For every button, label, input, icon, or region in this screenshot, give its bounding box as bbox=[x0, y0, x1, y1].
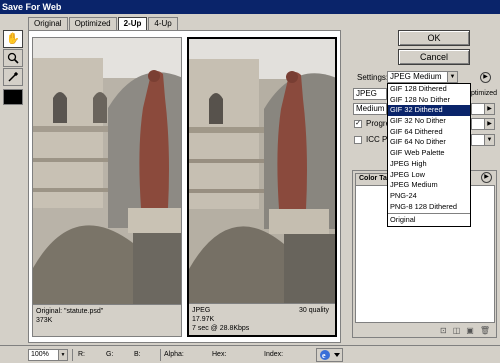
zoom-value: 100% bbox=[31, 351, 49, 358]
quality-level-select[interactable]: Medium bbox=[353, 103, 387, 115]
eyedropper-tool[interactable] bbox=[3, 68, 23, 86]
menu-item-original[interactable]: Original bbox=[388, 215, 470, 226]
trash-icon[interactable]: 🗑 bbox=[480, 326, 490, 335]
tab-original[interactable]: Original bbox=[28, 17, 68, 30]
browser-icon: e bbox=[320, 350, 340, 360]
settings-select[interactable]: JPEG Medium ▼ bbox=[387, 71, 458, 83]
settings-dropdown-menu: GIF 128 Dithered GIF 128 No Dither GIF 3… bbox=[387, 83, 471, 227]
chevron-down-icon: ▼ bbox=[58, 350, 67, 360]
menu-item-gif-32-dithered[interactable]: GIF 32 Dithered bbox=[388, 105, 470, 117]
svg-text:e: e bbox=[322, 351, 326, 360]
ok-button[interactable]: OK bbox=[398, 30, 470, 46]
chevron-down-icon: ▼ bbox=[484, 135, 494, 145]
chevron-right-icon: ▶ bbox=[484, 119, 494, 129]
arrow-right-icon: ▶ bbox=[483, 74, 488, 80]
menu-item-jpeg-low[interactable]: JPEG Low bbox=[388, 170, 470, 181]
status-divider bbox=[72, 349, 73, 361]
lock-color-icon[interactable]: ◫ bbox=[453, 326, 461, 335]
preview-in-browser-button[interactable]: e bbox=[316, 348, 343, 362]
arrow-right-icon: ▶ bbox=[484, 174, 489, 180]
statue-image-optimized bbox=[189, 39, 335, 307]
icc-profile-checkbox[interactable] bbox=[354, 136, 362, 144]
tab-optimized[interactable]: Optimized bbox=[68, 17, 117, 30]
menu-item-gif-128-no-dither[interactable]: GIF 128 No Dither bbox=[388, 95, 470, 106]
statue-image bbox=[33, 38, 181, 306]
hand-icon: ✋ bbox=[6, 32, 20, 45]
progressive-checkbox[interactable]: ✓ bbox=[354, 120, 362, 128]
toolbox: ✋ bbox=[3, 30, 25, 105]
optimized-size: 17.97K bbox=[192, 316, 215, 323]
color-swatch[interactable] bbox=[3, 89, 23, 105]
zoom-tool[interactable] bbox=[3, 49, 23, 67]
original-info: Original: "statute.psd" 373K bbox=[33, 304, 181, 336]
optimized-info: JPEG 17.97K 7 sec @ 28.8Kbps 30 quality bbox=[189, 303, 335, 335]
menu-item-jpeg-high[interactable]: JPEG High bbox=[388, 159, 470, 170]
menu-item-jpeg-medium[interactable]: JPEG Medium bbox=[388, 180, 470, 191]
menu-item-gif-64-no-dither[interactable]: GIF 64 No Dither bbox=[388, 137, 470, 148]
settings-selected-value: JPEG Medium bbox=[390, 72, 442, 81]
tab-2-up[interactable]: 2-Up bbox=[117, 17, 148, 30]
original-filename: Original: "statute.psd" bbox=[36, 308, 104, 315]
new-color-icon[interactable]: ▣ bbox=[466, 326, 474, 335]
optimized-download-time: 7 sec @ 28.8Kbps bbox=[192, 325, 250, 332]
tab-4-up[interactable]: 4-Up bbox=[148, 17, 178, 30]
matte-select[interactable]: ▼ bbox=[471, 134, 495, 146]
chevron-right-icon: ▶ bbox=[484, 104, 494, 114]
settings-label: Settings: bbox=[357, 73, 389, 82]
format-select[interactable]: JPEG bbox=[353, 88, 387, 100]
zoom-select[interactable]: 100% ▼ bbox=[28, 349, 68, 361]
status-b: B: bbox=[134, 351, 141, 358]
menu-item-gif-128-dithered[interactable]: GIF 128 Dithered bbox=[388, 84, 470, 95]
status-hex: Hex: bbox=[212, 351, 227, 358]
menu-item-gif-32-no-dither[interactable]: GIF 32 No Dither bbox=[388, 116, 470, 127]
status-alpha: Alpha: bbox=[164, 351, 184, 358]
menu-item-gif-web-palette[interactable]: GIF Web Palette bbox=[388, 148, 470, 159]
color-table-menu-button[interactable]: ▶ bbox=[481, 172, 492, 183]
view-tabs: Original Optimized 2-Up 4-Up bbox=[28, 17, 179, 30]
status-index: Index: bbox=[264, 351, 284, 358]
status-r: R: bbox=[78, 351, 85, 358]
chevron-down-icon: ▼ bbox=[447, 72, 457, 82]
menu-item-gif-64-dithered[interactable]: GIF 64 Dithered bbox=[388, 127, 470, 138]
optimized-quality: 30 quality bbox=[299, 307, 329, 314]
eyedropper-icon bbox=[8, 71, 19, 82]
color-table-icons: ⊡ ◫ ▣ 🗑 bbox=[440, 326, 490, 335]
original-pane[interactable]: Original: "statute.psd" 373K bbox=[32, 37, 182, 337]
preview-area: Original: "statute.psd" 373K JPEG 17.97K… bbox=[28, 30, 341, 343]
status-g: G: bbox=[106, 351, 114, 358]
cancel-button[interactable]: Cancel bbox=[398, 49, 470, 65]
settings-menu-button[interactable]: ▶ bbox=[480, 72, 491, 83]
optimized-pane[interactable]: JPEG 17.97K 7 sec @ 28.8Kbps 30 quality bbox=[187, 37, 337, 337]
blur-input[interactable]: ▶ bbox=[471, 118, 495, 130]
hand-tool[interactable]: ✋ bbox=[3, 30, 23, 48]
web-shift-icon[interactable]: ⊡ bbox=[440, 326, 447, 335]
menu-item-png-8-128-dithered[interactable]: PNG-8 128 Dithered bbox=[388, 202, 470, 213]
quality-input[interactable]: ▶ bbox=[471, 103, 495, 115]
status-bar: 100% ▼ R: G: B: Alpha: Hex: Index: e bbox=[0, 345, 500, 363]
window-title: Save For Web bbox=[0, 0, 500, 14]
zoom-icon bbox=[7, 52, 19, 64]
menu-item-png-24[interactable]: PNG-24 bbox=[388, 191, 470, 202]
optimized-checkbox-label: ptimized bbox=[471, 90, 498, 97]
status-divider bbox=[160, 349, 161, 361]
original-size: 373K bbox=[36, 317, 53, 324]
